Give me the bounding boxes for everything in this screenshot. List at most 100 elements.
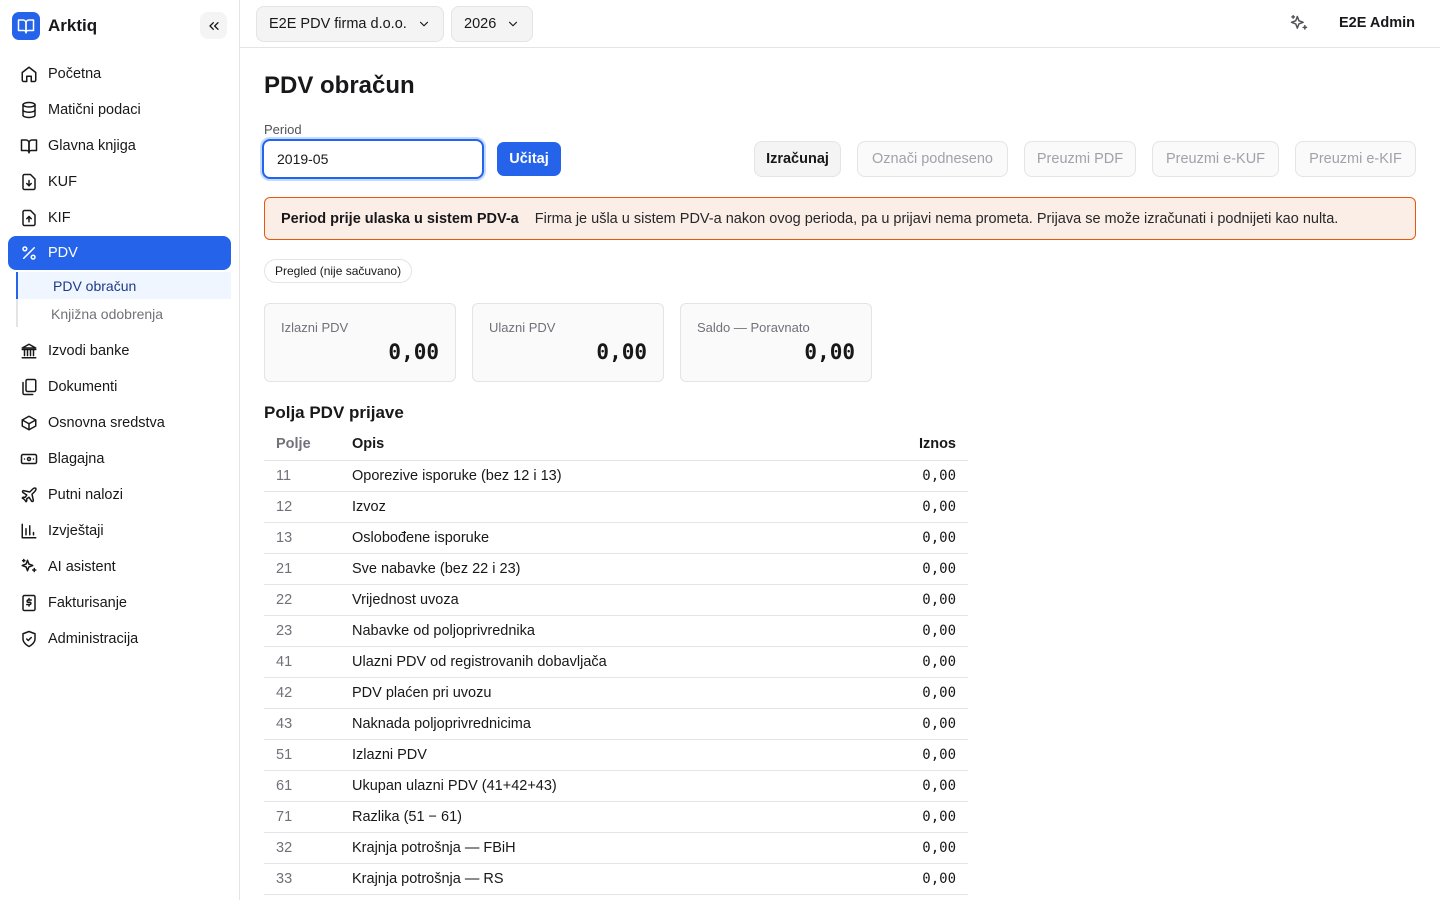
section-title: Polja PDV prijave <box>264 403 404 422</box>
description-cell: Naknada poljoprivrednicima <box>340 708 856 740</box>
description-cell: Vrijednost uvoza <box>340 584 856 616</box>
book-logo-icon <box>12 12 40 40</box>
amount-cell: 0,00 <box>855 522 968 554</box>
amount-cell: 0,00 <box>855 708 968 740</box>
column-header-field: Polje <box>264 428 340 461</box>
company-select[interactable]: E2E PDV firma d.o.o. <box>256 6 444 42</box>
table-row: 33 Krajnja potrošnja — RS 0,00 <box>264 863 968 895</box>
sidebar-item-dokumenti[interactable]: Dokumenti <box>8 370 231 404</box>
sidebar-item-osnovna-sredstva[interactable]: Osnovna sredstva <box>8 406 231 440</box>
page-title: PDV obračun <box>264 72 415 99</box>
sidebar-item-izvodi-banke[interactable]: Izvodi banke <box>8 334 231 368</box>
sidebar-item-label: Izvještaji <box>48 523 104 539</box>
mark-submitted-button[interactable]: Označi podneseno <box>857 141 1008 177</box>
download-ekuf-button[interactable]: Preuzmi e-KUF <box>1152 141 1279 177</box>
field-cell: 32 <box>264 832 340 864</box>
sidebar-item-label: Fakturisanje <box>48 595 127 611</box>
alert-title: Period prije ulaska u sistem PDV-a <box>281 210 519 227</box>
shield-icon <box>20 630 38 648</box>
table-row: 32 Krajnja potrošnja — FBiH 0,00 <box>264 832 968 864</box>
plane-icon <box>20 486 38 504</box>
home-icon <box>20 65 38 83</box>
field-cell: 12 <box>264 491 340 523</box>
table-row: 71 Razlika (51 − 61) 0,00 <box>264 801 968 833</box>
bank-icon <box>20 342 38 360</box>
download-ekif-button[interactable]: Preuzmi e-KIF <box>1295 141 1416 177</box>
card-label: Saldo — Poravnato <box>697 320 810 335</box>
chevrons-left-icon <box>208 21 219 30</box>
field-cell: 43 <box>264 708 340 740</box>
card-value: 0,00 <box>388 340 439 364</box>
pdv-subnav: PDV obračun Knjižna odobrenja <box>16 272 231 327</box>
field-cell: 13 <box>264 522 340 554</box>
field-cell: 71 <box>264 801 340 833</box>
table-row: 42 PDV plaćen pri uvozu 0,00 <box>264 677 968 709</box>
sidebar-item-label: Blagajna <box>48 451 105 467</box>
sidebar-subitem-pdv-obracun[interactable]: PDV obračun <box>16 272 231 299</box>
card-label: Ulazni PDV <box>489 320 556 335</box>
sidebar-item-pdv[interactable]: PDV <box>8 236 231 270</box>
amount-cell: 0,00 <box>855 646 968 678</box>
topbar: E2E PDV firma d.o.o. 2026 E2E Admin <box>240 0 1440 48</box>
description-cell: Izlazni PDV <box>340 739 856 771</box>
sidebar-item-label: Izvodi banke <box>48 343 130 359</box>
sidebar-item-pocetna[interactable]: Početna <box>8 57 231 91</box>
sidebar-item-label: KUF <box>48 174 77 190</box>
sidebar-item-kif[interactable]: KIF <box>8 201 231 235</box>
table-row: 43 Naknada poljoprivrednicima 0,00 <box>264 708 968 740</box>
brand[interactable]: Arktiq <box>12 12 97 40</box>
description-cell: Razlika (51 − 61) <box>340 801 856 833</box>
card-value: 0,00 <box>596 340 647 364</box>
table-row: 41 Ulazni PDV od registrovanih dobavljača… <box>264 646 968 678</box>
sidebar-item-label: Matični podaci <box>48 102 141 118</box>
chart-icon <box>20 522 38 540</box>
sidebar-item-label: Početna <box>48 66 102 82</box>
table-row: 12 Izvoz 0,00 <box>264 491 968 523</box>
field-cell: 22 <box>264 584 340 616</box>
description-cell: Sve nabavke (bez 22 i 23) <box>340 553 856 585</box>
ai-sparkle-button[interactable] <box>1289 14 1309 34</box>
description-cell: Izvoz <box>340 491 856 523</box>
status-badge: Pregled (nije sačuvano) <box>264 259 413 283</box>
amount-cell: 0,00 <box>855 739 968 771</box>
sidebar-item-label: PDV <box>48 245 78 261</box>
summary-card-output-vat: Izlazni PDV 0,00 <box>264 303 456 382</box>
percent-icon <box>20 244 38 262</box>
sidebar-item-blagajna[interactable]: Blagajna <box>8 442 231 476</box>
load-button[interactable]: Učitaj <box>497 142 561 176</box>
table-row: 51 Izlazni PDV 0,00 <box>264 739 968 771</box>
vat-fields-table: Polje Opis Iznos 11 Oporezive isporuke (b… <box>264 428 968 895</box>
sidebar-item-izvjestaji[interactable]: Izvještaji <box>8 514 231 548</box>
sidebar-item-kuf[interactable]: KUF <box>8 165 231 199</box>
card-value: 0,00 <box>804 340 855 364</box>
alert-text: Firma je ušla u sistem PDV-a nakon ovog … <box>534 210 1339 227</box>
collapse-sidebar-button[interactable] <box>200 12 227 39</box>
sidebar-item-putni-nalozi[interactable]: Putni nalozi <box>8 478 231 512</box>
table-row: 22 Vrijednost uvoza 0,00 <box>264 584 968 616</box>
field-cell: 41 <box>264 646 340 678</box>
sidebar-item-administracija[interactable]: Administracija <box>8 622 231 656</box>
table-header-row: Polje Opis Iznos <box>264 428 968 461</box>
sidebar-item-maticni-podaci[interactable]: Matični podaci <box>8 93 231 127</box>
year-select[interactable]: 2026 <box>451 6 534 42</box>
table-row: 23 Nabavke od poljoprivrednika 0,00 <box>264 615 968 647</box>
field-cell: 21 <box>264 553 340 585</box>
period-input[interactable] <box>262 139 484 179</box>
calculate-button[interactable]: Izračunaj <box>754 141 841 177</box>
amount-cell: 0,00 <box>855 863 968 895</box>
sidebar-item-fakturisanje[interactable]: Fakturisanje <box>8 586 231 620</box>
download-pdf-button[interactable]: Preuzmi PDF <box>1024 141 1136 177</box>
sidebar-item-ai-asistent[interactable]: AI asistent <box>8 550 231 584</box>
summary-card-input-vat: Ulazni PDV 0,00 <box>472 303 664 382</box>
file-out-icon <box>20 209 38 227</box>
user-menu[interactable]: E2E Admin <box>1339 15 1415 31</box>
field-cell: 51 <box>264 739 340 771</box>
amount-cell: 0,00 <box>855 553 968 585</box>
box-icon <box>20 414 38 432</box>
sidebar-item-glavna-knjiga[interactable]: Glavna knjiga <box>8 129 231 163</box>
description-cell: Oslobođene isporuke <box>340 522 856 554</box>
period-label: Period <box>264 122 302 137</box>
year-select-value: 2026 <box>464 16 497 32</box>
sidebar-item-label: AI asistent <box>48 559 116 575</box>
sidebar-subitem-knjizna-odobrenja[interactable]: Knjižna odobrenja <box>18 300 233 327</box>
